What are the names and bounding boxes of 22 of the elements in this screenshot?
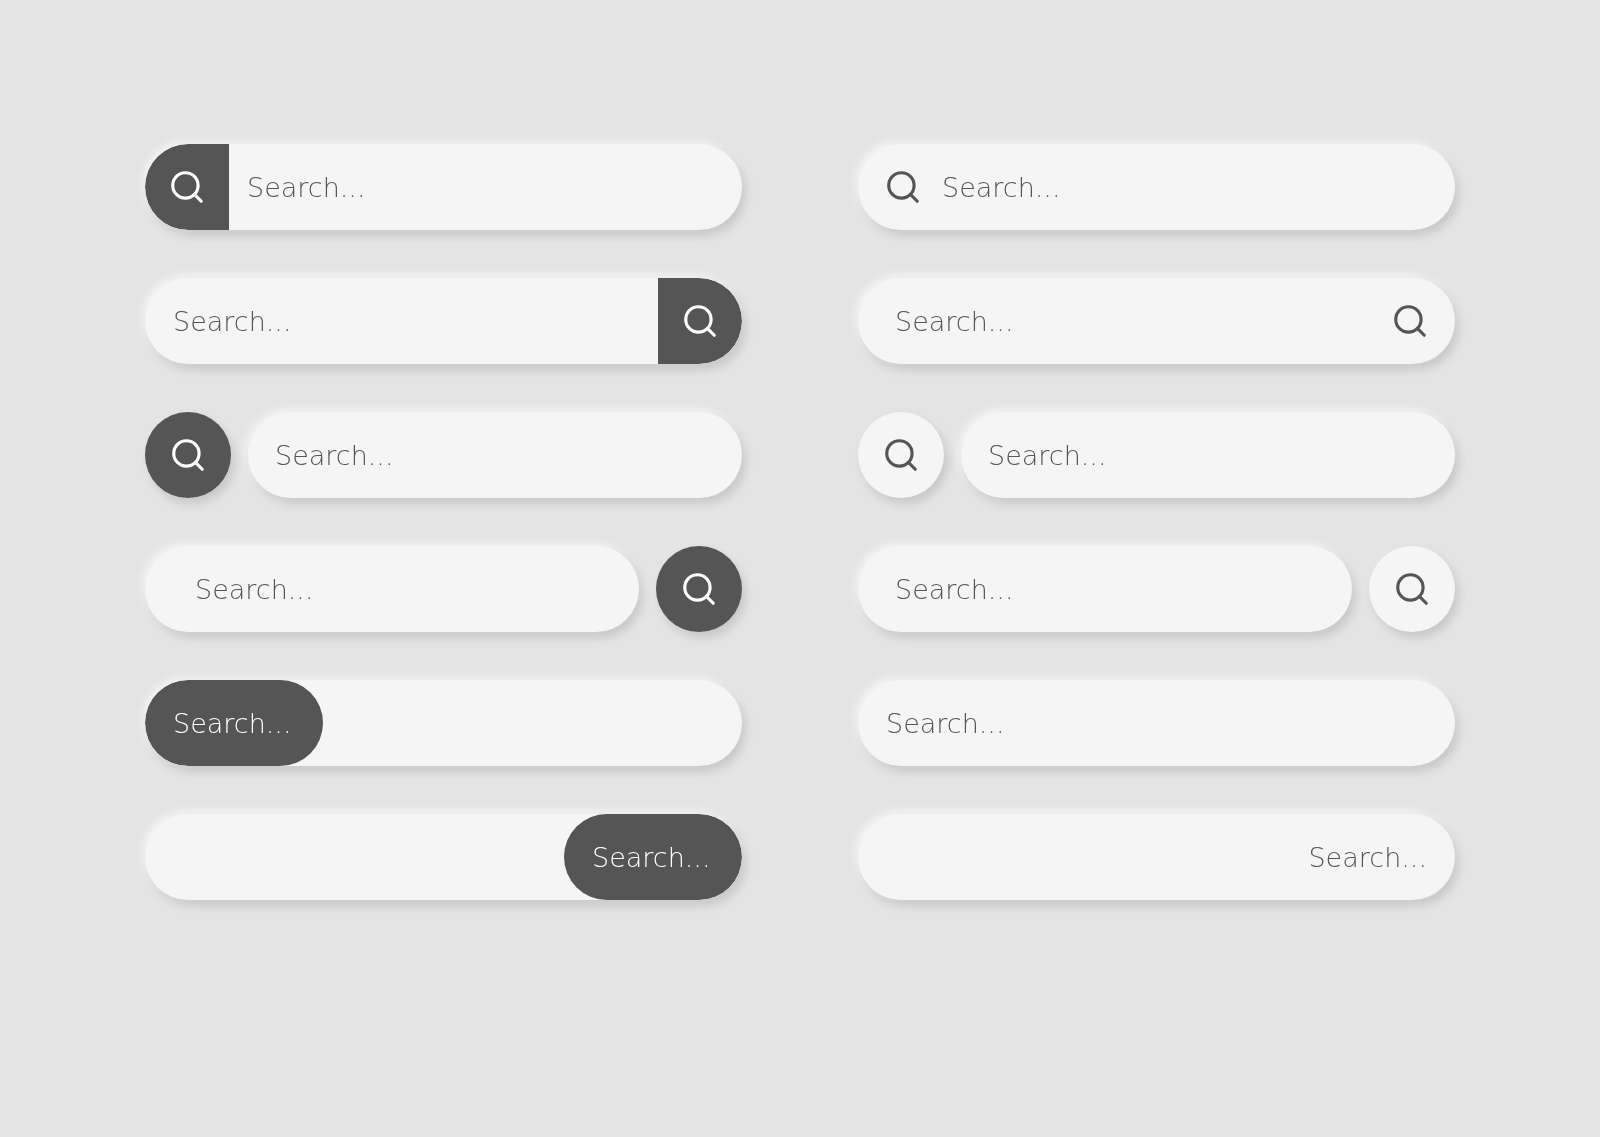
search-field[interactable]: Search... <box>858 546 1352 632</box>
search-field[interactable]: Search... <box>248 412 742 498</box>
search-field[interactable]: Search... <box>858 680 1455 766</box>
search-icon <box>1393 570 1431 608</box>
search-icon <box>882 436 920 474</box>
search-button[interactable] <box>145 144 229 230</box>
search-button[interactable]: Search... <box>145 680 323 766</box>
search-icon <box>680 570 718 608</box>
search-button[interactable]: Search... <box>564 814 742 900</box>
search-button[interactable] <box>658 278 742 364</box>
search-bar[interactable]: Search... <box>145 680 742 766</box>
search-field[interactable]: Search... <box>961 412 1455 498</box>
search-icon <box>884 168 922 206</box>
search-icon <box>168 168 206 206</box>
search-button[interactable] <box>884 168 922 206</box>
search-button[interactable] <box>1391 302 1429 340</box>
search-icon <box>681 302 719 340</box>
search-icon <box>1391 302 1429 340</box>
search-field[interactable]: Search... <box>858 814 1455 900</box>
search-bar[interactable]: Search... <box>145 814 742 900</box>
search-icon <box>169 436 207 474</box>
search-field[interactable]: Search... <box>145 546 639 632</box>
